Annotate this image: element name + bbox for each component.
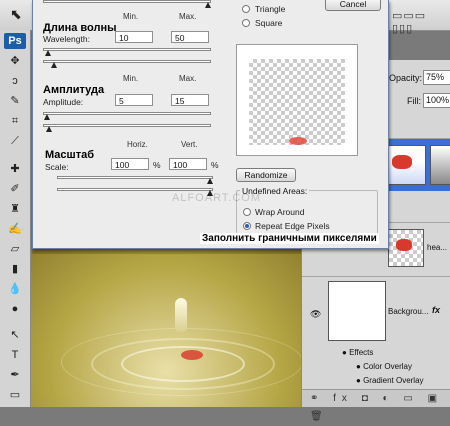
fx-badge[interactable]: fx: [432, 305, 440, 315]
repeat-edge-pixels-label: Repeat Edge Pixels: [255, 221, 330, 231]
wrap-around-radio[interactable]: [243, 208, 251, 216]
wavelength-ru-label: Длина волны: [43, 22, 117, 34]
gradient-overlay-effect[interactable]: ● Gradient Overlay: [356, 376, 424, 385]
wave-filter-dialog: Triangle Square Cancel Min. Max. Длина в…: [32, 0, 389, 249]
quick-select-icon[interactable]: ✎: [4, 92, 26, 110]
eye-icon[interactable]: 👁: [310, 309, 321, 320]
history-brush-icon[interactable]: ✍: [4, 220, 26, 238]
align-icons[interactable]: ▭▭▭ ▯▯▯: [392, 9, 450, 35]
document-canvas[interactable]: [31, 246, 301, 407]
eraser-icon[interactable]: ▱: [4, 240, 26, 258]
amplitude-min-header: Min.: [123, 74, 139, 83]
layer-mask-thumbnail: [430, 145, 450, 185]
path-select-icon[interactable]: ↖: [4, 326, 26, 344]
layer-name[interactable]: hea...: [427, 243, 447, 252]
wrap-around-label: Wrap Around: [255, 207, 305, 217]
scale-label: Scale:: [45, 162, 69, 172]
water-drop: [175, 298, 187, 332]
russian-caption: Заполнить граничными пикселями: [200, 233, 379, 244]
amplitude-min-slider[interactable]: [43, 112, 211, 115]
wavelength-min-slider[interactable]: [43, 48, 211, 51]
crop-tool-icon[interactable]: ⌗: [4, 112, 26, 130]
red-heart-splash: [181, 350, 203, 360]
amplitude-max-input[interactable]: 15: [171, 94, 209, 106]
brush-tool-icon[interactable]: ✐: [4, 180, 26, 198]
toolbox: Ps ✥ ↄ ✎ ⌗ ⟋ ✚ ✐ ♜ ✍ ▱ ▮ 💧 ● ↖ T ✒ ▭: [0, 30, 31, 407]
amplitude-min-input[interactable]: 5: [115, 94, 153, 106]
scale-vert-header: Vert.: [181, 140, 198, 149]
type-tool-icon[interactable]: T: [4, 346, 26, 364]
scale-horiz-percent: %: [153, 160, 161, 170]
eyedropper-icon[interactable]: ⟋: [4, 132, 26, 150]
wavelength-max-knob[interactable]: [51, 62, 57, 68]
fill-input[interactable]: 100%: [423, 93, 450, 108]
color-overlay-text: Color Overlay: [363, 362, 412, 371]
scale-horiz-header: Horiz.: [127, 140, 148, 149]
wavelength-min-input[interactable]: 10: [115, 31, 153, 43]
gradient-overlay-text: Gradient Overlay: [363, 376, 424, 385]
move-tool-icon[interactable]: ⬉: [10, 6, 22, 23]
wavelength-min-header: Min.: [123, 12, 139, 21]
scale-vert-input[interactable]: 100: [169, 158, 207, 170]
gradient-tool-icon[interactable]: ▮: [4, 260, 26, 278]
scale-ru-label: Масштаб: [45, 149, 95, 161]
amplitude-max-header: Max.: [179, 74, 197, 83]
scale-horiz-input[interactable]: 100: [111, 158, 149, 170]
lasso-tool-icon[interactable]: ↄ: [4, 72, 26, 90]
opacity-label: Opacity:: [389, 73, 423, 83]
red-hearts-preview: [396, 239, 412, 251]
slider-knob[interactable]: [205, 2, 211, 8]
square-label: Square: [255, 18, 283, 28]
move-tool-icon[interactable]: ✥: [4, 52, 26, 70]
pen-tool-icon[interactable]: ✒: [4, 366, 26, 384]
color-overlay-effect[interactable]: ● Color Overlay: [356, 362, 412, 371]
layer-name[interactable]: Backgrou...: [388, 307, 428, 316]
cancel-button[interactable]: Cancel: [325, 0, 381, 11]
scale-vert-slider[interactable]: [57, 188, 213, 191]
scale-vert-percent: %: [211, 160, 219, 170]
layer-row-background[interactable]: 👁 Backgrou... fx: [302, 276, 450, 343]
wavelength-label: Wavelength:: [43, 34, 90, 44]
wavelength-max-slider[interactable]: [43, 60, 211, 63]
wavelength-max-header: Max.: [179, 12, 197, 21]
preview-transparency-grid: [249, 59, 345, 145]
repeat-edge-pixels-radio[interactable]: [243, 222, 251, 230]
scale-horiz-knob[interactable]: [207, 178, 213, 184]
layer-thumbnail: [328, 281, 386, 341]
clone-stamp-icon[interactable]: ♜: [4, 200, 26, 218]
amplitude-ru-label: Амплитуда: [43, 84, 105, 96]
fill-label: Fill:: [407, 96, 421, 106]
scale-horiz-slider[interactable]: [57, 176, 213, 179]
wavelength-max-input[interactable]: 50: [171, 31, 209, 43]
wavelength-min-knob[interactable]: [45, 50, 51, 56]
red-hearts-preview: [392, 155, 412, 169]
amplitude-max-slider[interactable]: [43, 124, 211, 127]
triangle-label: Triangle: [255, 4, 286, 14]
blur-tool-icon[interactable]: 💧: [4, 280, 26, 298]
opacity-input[interactable]: 75%: [423, 70, 450, 85]
slider-track[interactable]: [43, 0, 211, 3]
amplitude-min-knob[interactable]: [44, 114, 50, 120]
photoshop-logo: Ps: [4, 33, 26, 49]
square-radio[interactable]: [242, 19, 250, 27]
healing-brush-icon[interactable]: ✚: [4, 160, 26, 178]
effects-text: Effects: [349, 348, 374, 357]
layers-panel-footer-icons[interactable]: ⚭ fx ◘ ◐ ▭ ▣ 🗑: [302, 389, 450, 422]
amplitude-label: Amplitude:: [43, 97, 84, 107]
triangle-radio[interactable]: [242, 5, 250, 13]
filter-preview[interactable]: [236, 44, 358, 156]
effects-label: ● Effects: [342, 348, 374, 357]
amplitude-max-knob[interactable]: [46, 126, 52, 132]
watermark: ALFOART.COM: [172, 192, 262, 204]
shape-tool-icon[interactable]: ▭: [4, 386, 26, 404]
randomize-button[interactable]: Randomize: [236, 168, 296, 182]
preview-hearts: [289, 137, 307, 145]
dodge-tool-icon[interactable]: ●: [4, 300, 26, 318]
